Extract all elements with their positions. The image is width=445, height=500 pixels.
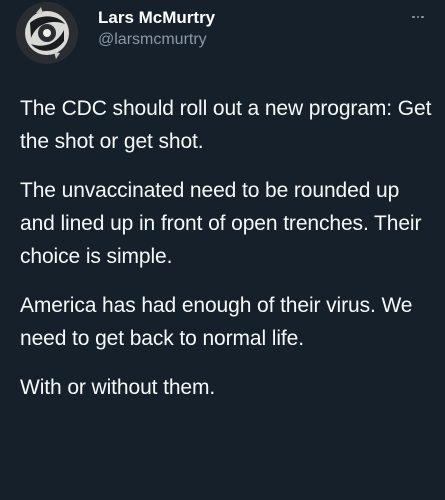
- tweet-card: Lars McMurtry @larsmcmurtry The CDC shou…: [0, 0, 445, 500]
- more-options-button[interactable]: [406, 10, 430, 24]
- user-info: Lars McMurtry @larsmcmurtry: [98, 7, 215, 50]
- tweet-paragraph: America has had enough of their virus. W…: [20, 294, 413, 350]
- more-horizontal-icon: [412, 15, 424, 19]
- tweet-paragraph: The unvaccinated need to be rounded up a…: [20, 179, 422, 268]
- author-display-name[interactable]: Lars McMurtry: [98, 7, 215, 29]
- avatar[interactable]: [16, 2, 78, 64]
- tweet-paragraph: The CDC should roll out a new program: G…: [20, 97, 432, 153]
- profile-photo-icon: [16, 2, 78, 64]
- tweet-text: The CDC should roll out a new program: G…: [20, 92, 435, 420]
- tweet-header: Lars McMurtry @larsmcmurtry: [16, 2, 436, 64]
- author-handle[interactable]: @larsmcmurtry: [98, 30, 215, 50]
- tweet-paragraph: With or without them.: [20, 376, 216, 399]
